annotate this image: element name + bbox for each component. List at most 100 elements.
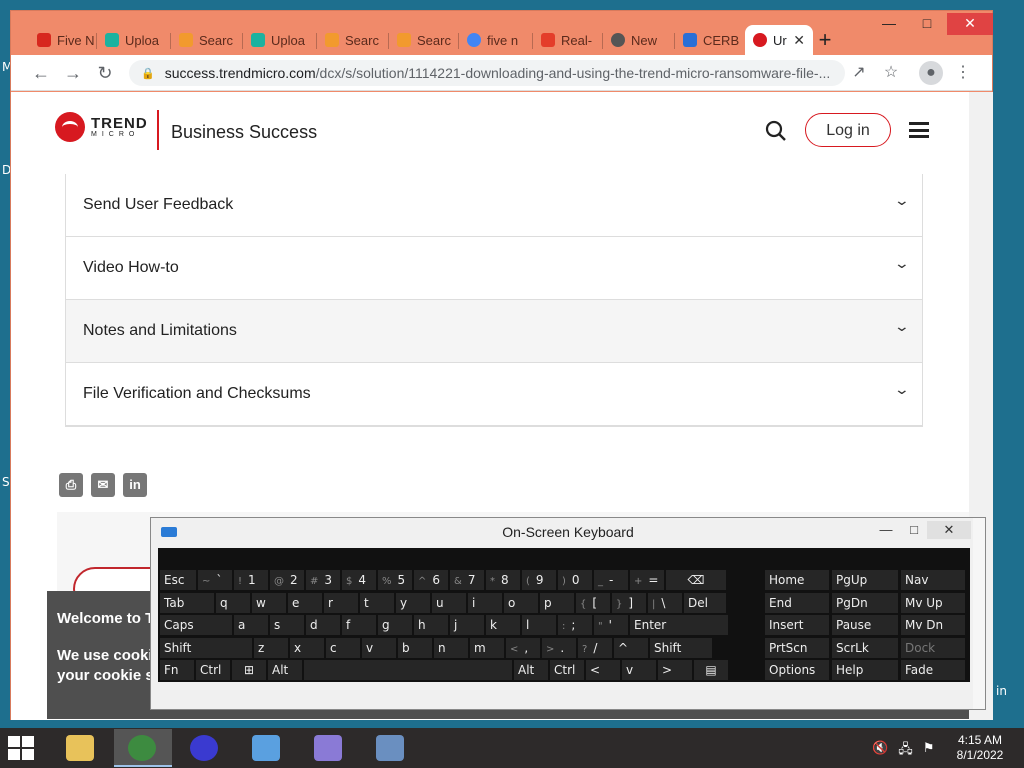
accordion-item-video-how-to[interactable]: Video How-to ⌄ [66, 237, 922, 300]
osk-close-button[interactable]: ✕ [927, 521, 971, 539]
key-m[interactable]: m [470, 637, 504, 658]
key-e[interactable]: e [288, 592, 322, 613]
close-tab-icon[interactable]: ✕ [793, 32, 805, 49]
key-i[interactable]: i [468, 592, 502, 613]
key-mvup[interactable]: Mv Up [901, 592, 965, 613]
bookmark-star-icon[interactable]: ☆ [879, 61, 903, 85]
key-symbol[interactable]: ▤ [694, 660, 728, 680]
key-symbol[interactable]: " ' [594, 615, 628, 635]
key-symbol[interactable]: | \ [648, 592, 682, 613]
share-page-icon[interactable]: ↗ [847, 61, 871, 85]
taskbar-app[interactable] [300, 729, 358, 767]
key-5[interactable]: % 5 [378, 570, 412, 590]
key-mvdn[interactable]: Mv Dn [901, 615, 965, 635]
key-1[interactable]: ! 1 [234, 570, 268, 590]
profile-avatar-icon[interactable]: ● [919, 61, 943, 85]
key-y[interactable]: y [396, 592, 430, 613]
browser-tab-0[interactable]: Five N [29, 25, 95, 55]
key-r[interactable]: r [324, 592, 358, 613]
key-3[interactable]: #3 [306, 570, 340, 590]
key-esc[interactable]: Esc [160, 570, 196, 590]
key-v[interactable]: v [362, 637, 396, 658]
key-help[interactable]: Help [832, 660, 898, 680]
browser-tab-4[interactable]: Searc [317, 25, 387, 55]
address-bar[interactable]: 🔒 success.trendmicro.com/dcx/s/solution/… [129, 60, 845, 86]
key-symbol[interactable]: < [586, 660, 620, 680]
browser-tab-9[interactable]: CERB [675, 25, 743, 55]
key-n[interactable]: n [434, 637, 468, 658]
browser-tab-7[interactable]: Real- [533, 25, 601, 55]
key-l[interactable]: l [522, 615, 556, 635]
back-button[interactable]: ← [29, 61, 53, 85]
reload-button[interactable]: ↻ [93, 61, 117, 85]
forward-button[interactable]: → [61, 61, 85, 85]
linkedin-icon[interactable]: in [123, 473, 147, 497]
search-icon[interactable] [765, 120, 787, 142]
accordion-item-notes-and-limitations[interactable]: Notes and Limitations ⌄ [66, 300, 922, 363]
key-symbol[interactable]: ? / [578, 637, 612, 658]
key-8[interactable]: * 8 [486, 570, 520, 590]
chevron-down-icon[interactable]: ⌄ [894, 255, 910, 272]
windows-start-icon[interactable] [8, 736, 36, 760]
key-b[interactable]: b [398, 637, 432, 658]
key-scrlk[interactable]: ScrLk [832, 637, 898, 658]
login-button[interactable]: Log in [805, 113, 891, 147]
chevron-down-icon[interactable]: ⌄ [894, 318, 910, 335]
key-s[interactable]: s [270, 615, 304, 635]
browser-tab-3[interactable]: Uploa [243, 25, 315, 55]
key-tab[interactable]: Tab [160, 592, 214, 613]
key-symbol[interactable]: ⊞ [232, 660, 266, 680]
key-fn[interactable]: Fn [160, 660, 194, 680]
key-symbol[interactable]: :; [558, 615, 592, 635]
key-enter[interactable]: Enter [630, 615, 728, 635]
key-insert[interactable]: Insert [765, 615, 829, 635]
key-w[interactable]: w [252, 592, 286, 613]
key-d[interactable]: d [306, 615, 340, 635]
taskbar-app[interactable] [176, 729, 234, 767]
osk-maximize-button[interactable]: □ [903, 521, 925, 539]
print-icon[interactable]: ⎙ [59, 473, 83, 497]
key-symbol[interactable]: >. [542, 637, 576, 658]
key-end[interactable]: End [765, 592, 829, 613]
taskbar-app[interactable] [238, 729, 296, 767]
key-symbol[interactable]: }] [612, 592, 646, 613]
key-k[interactable]: k [486, 615, 520, 635]
key-ctrl[interactable]: Ctrl [196, 660, 230, 680]
key-symbol[interactable]: ^ [614, 637, 648, 658]
key-2[interactable]: @2 [270, 570, 304, 590]
taskbar-app[interactable] [362, 729, 420, 767]
taskbar-app[interactable] [114, 729, 172, 767]
osk-scrollbar[interactable] [973, 518, 985, 709]
browser-tab-6[interactable]: five n [459, 25, 531, 55]
key-alt[interactable]: Alt [268, 660, 302, 680]
key-g[interactable]: g [378, 615, 412, 635]
key-v[interactable]: v [622, 660, 656, 680]
minimize-button[interactable]: — [871, 13, 907, 35]
key-symbol[interactable]: > [658, 660, 692, 680]
browser-tab-2[interactable]: Searc [171, 25, 241, 55]
osk-titlebar[interactable]: On-Screen Keyboard — □ ✕ [151, 518, 985, 546]
key-h[interactable]: h [414, 615, 448, 635]
key-options[interactable]: Options [765, 660, 829, 680]
key-nav[interactable]: Nav [901, 570, 965, 590]
trend-micro-logo[interactable]: TREND MICRO [55, 112, 148, 142]
key-o[interactable]: o [504, 592, 538, 613]
key-pgdn[interactable]: PgDn [832, 592, 898, 613]
taskbar-app[interactable] [52, 729, 110, 767]
browser-tab-5[interactable]: Searc [389, 25, 457, 55]
key-del[interactable]: Del [684, 592, 726, 613]
menu-kebab-icon[interactable]: ⋮ [951, 61, 975, 85]
action-center-icon[interactable]: ⚑ [923, 740, 935, 762]
key-0[interactable]: ) 0 [558, 570, 592, 590]
key-symbol[interactable]: + = [630, 570, 664, 590]
accordion-item-send-user-feedback[interactable]: Send User Feedback ⌄ [66, 174, 922, 237]
key-dock[interactable]: Dock [901, 637, 965, 658]
key-caps[interactable]: Caps [160, 615, 232, 635]
key-7[interactable]: & 7 [450, 570, 484, 590]
key-z[interactable]: z [254, 637, 288, 658]
key-symbol[interactable]: ⌫ [666, 570, 726, 590]
key-space[interactable] [304, 660, 512, 680]
key-a[interactable]: a [234, 615, 268, 635]
site-title[interactable]: Business Success [171, 122, 317, 143]
key-q[interactable]: q [216, 592, 250, 613]
